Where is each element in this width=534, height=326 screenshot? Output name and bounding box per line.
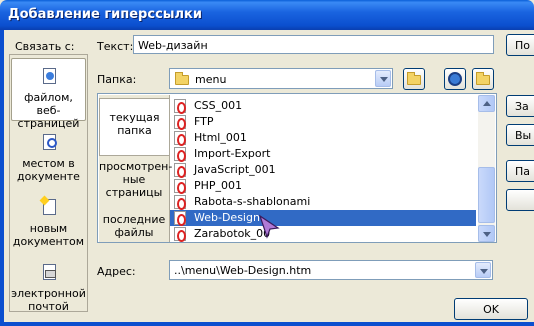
scroll-down-button[interactable] <box>478 225 495 242</box>
parameters-button[interactable]: Па <box>506 160 534 182</box>
link-to-new-document-label-1: новым <box>29 222 68 235</box>
address-dropdown-arrow[interactable] <box>475 262 491 278</box>
link-to-place-in-document[interactable]: местом в документе <box>11 134 86 190</box>
html-file-icon <box>174 131 186 146</box>
file-name: Import-Export <box>194 147 271 160</box>
category-current-folder-line-1: текущая <box>109 111 160 124</box>
place-in-document-icon <box>40 134 58 154</box>
file-name: Html_001 <box>194 131 247 144</box>
address-combo[interactable]: ..\menu\Web-Design.htm <box>169 260 493 280</box>
file-item[interactable]: Zarabotok_00 <box>170 226 476 242</box>
address-label: Адрес: <box>97 265 136 278</box>
address-value: ..\menu\Web-Design.htm <box>174 264 312 277</box>
category-browsed-pages[interactable]: просмотрен- ные страницы <box>99 157 173 202</box>
title-bar[interactable]: Добавление гиперссылки <box>0 0 534 30</box>
text-input[interactable]: Web-дизайн <box>133 35 494 54</box>
file-item[interactable]: CSS_001 <box>170 98 476 114</box>
link-to-new-document[interactable]: новым документом <box>11 199 86 255</box>
scroll-thumb[interactable] <box>478 167 495 223</box>
link-to-web-page[interactable]: файлом, веб- страницей <box>11 58 86 130</box>
file-item[interactable]: FTP <box>170 114 476 130</box>
file-name: Web-Design <box>194 211 260 224</box>
open-folder-icon <box>476 72 490 85</box>
link-to-email[interactable]: электронной почтой <box>11 264 86 320</box>
link-to-new-document-label-2: документом <box>12 235 85 248</box>
folder-icon <box>175 72 189 85</box>
folder-label: Папка: <box>97 73 137 86</box>
folder-dropdown-arrow[interactable] <box>375 70 391 87</box>
category-current-folder-line-2: папка <box>117 124 152 137</box>
link-to-email-label-2: почтой <box>28 300 69 313</box>
browse-categories: текущая папка просмотрен- ные страницы п… <box>99 95 173 243</box>
category-browsed-pages-line-1: просмотрен- <box>99 160 173 173</box>
html-file-icon <box>174 147 186 162</box>
window-title: Добавление гиперссылки <box>8 7 202 22</box>
category-recent-files-line-1: последние <box>102 213 166 226</box>
file-item[interactable]: JavaScript_001 <box>170 162 476 178</box>
target-frame-button[interactable]: Вы <box>506 124 534 146</box>
file-name: PHP_001 <box>194 179 243 192</box>
web-page-icon <box>40 68 58 88</box>
browse-web-icon <box>448 72 462 86</box>
browse-file-button[interactable] <box>472 68 494 90</box>
window-frame-left <box>0 30 4 326</box>
text-input-value: Web-дизайн <box>138 39 208 52</box>
html-file-icon <box>174 179 186 194</box>
file-list-scrollbar[interactable] <box>478 95 495 242</box>
file-name: Rabota-s-shablonami <box>194 195 311 208</box>
file-name: FTP <box>194 115 214 128</box>
screen-tip-button[interactable]: По <box>506 34 534 56</box>
html-file-icon <box>174 163 186 178</box>
scroll-up-button[interactable] <box>478 95 495 112</box>
html-file-icon <box>174 227 186 242</box>
window-frame-bottom <box>0 322 534 326</box>
file-list[interactable]: CSS_001 FTP Html_001 Import-Export JavaS… <box>170 95 476 242</box>
html-file-icon <box>174 211 186 226</box>
ok-button[interactable]: OK <box>454 298 528 320</box>
html-file-icon <box>174 115 186 130</box>
file-item-selected[interactable]: Web-Design <box>170 210 476 226</box>
file-item[interactable]: Html_001 <box>170 130 476 146</box>
html-file-icon <box>174 99 186 114</box>
bookmark-button[interactable]: За <box>506 95 534 117</box>
link-to-web-page-label-1: файлом, веб- <box>24 91 73 117</box>
email-icon <box>40 264 58 284</box>
mouse-pointer-icon <box>258 214 280 239</box>
file-item[interactable]: Import-Export <box>170 146 476 162</box>
new-document-icon <box>40 199 58 219</box>
folder-up-icon <box>407 72 421 85</box>
link-to-web-page-label-2: страницей <box>17 117 80 130</box>
file-item[interactable]: Rabota-s-shablonami <box>170 194 476 210</box>
folder-combo[interactable]: menu <box>169 68 393 89</box>
file-name: CSS_001 <box>194 99 243 112</box>
browse-web-button[interactable] <box>444 68 466 90</box>
category-recent-files[interactable]: последние файлы <box>99 213 169 243</box>
link-to-place-label-2: документе <box>17 170 80 183</box>
link-to-email-label-1: электронной <box>11 287 86 300</box>
file-name: JavaScript_001 <box>194 163 276 176</box>
category-recent-files-line-2: файлы <box>114 226 154 239</box>
category-browsed-pages-line-3: страницы <box>105 186 163 199</box>
link-to-place-label-1: местом в <box>22 157 75 170</box>
browse-panel: текущая папка просмотрен- ные страницы п… <box>97 93 497 243</box>
folder-up-button[interactable] <box>403 68 425 90</box>
link-to-bar: файлом, веб- страницей местом в документ… <box>9 54 88 313</box>
text-label: Текст: <box>97 40 134 53</box>
category-browsed-pages-line-2: ные <box>122 173 146 186</box>
side-button[interactable] <box>506 189 534 211</box>
html-file-icon <box>174 195 186 210</box>
folder-value: menu <box>195 73 227 86</box>
file-item[interactable]: PHP_001 <box>170 178 476 194</box>
category-current-folder[interactable]: текущая папка <box>99 98 169 156</box>
link-to-label: Связать с: <box>15 40 75 53</box>
